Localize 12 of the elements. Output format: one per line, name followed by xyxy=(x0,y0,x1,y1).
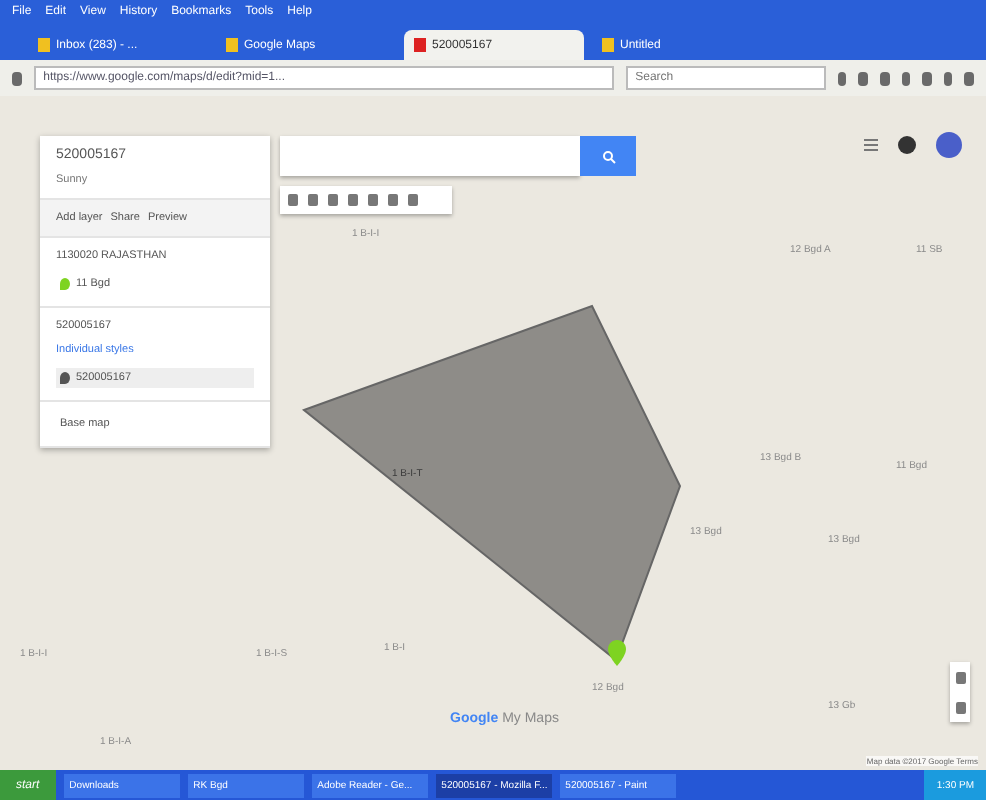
favicon-icon xyxy=(226,38,238,52)
circle-icon[interactable] xyxy=(898,136,916,154)
avatar[interactable] xyxy=(936,132,962,158)
menu-icon[interactable] xyxy=(864,138,878,152)
favicon-icon xyxy=(38,38,50,52)
search-icon xyxy=(601,149,615,163)
favicon-icon xyxy=(602,38,614,52)
search-button[interactable] xyxy=(580,136,636,176)
zoom-control[interactable] xyxy=(950,662,970,722)
favicon-icon xyxy=(414,38,426,52)
map-pin-icon xyxy=(608,640,626,666)
map-search-field[interactable] xyxy=(280,136,580,176)
